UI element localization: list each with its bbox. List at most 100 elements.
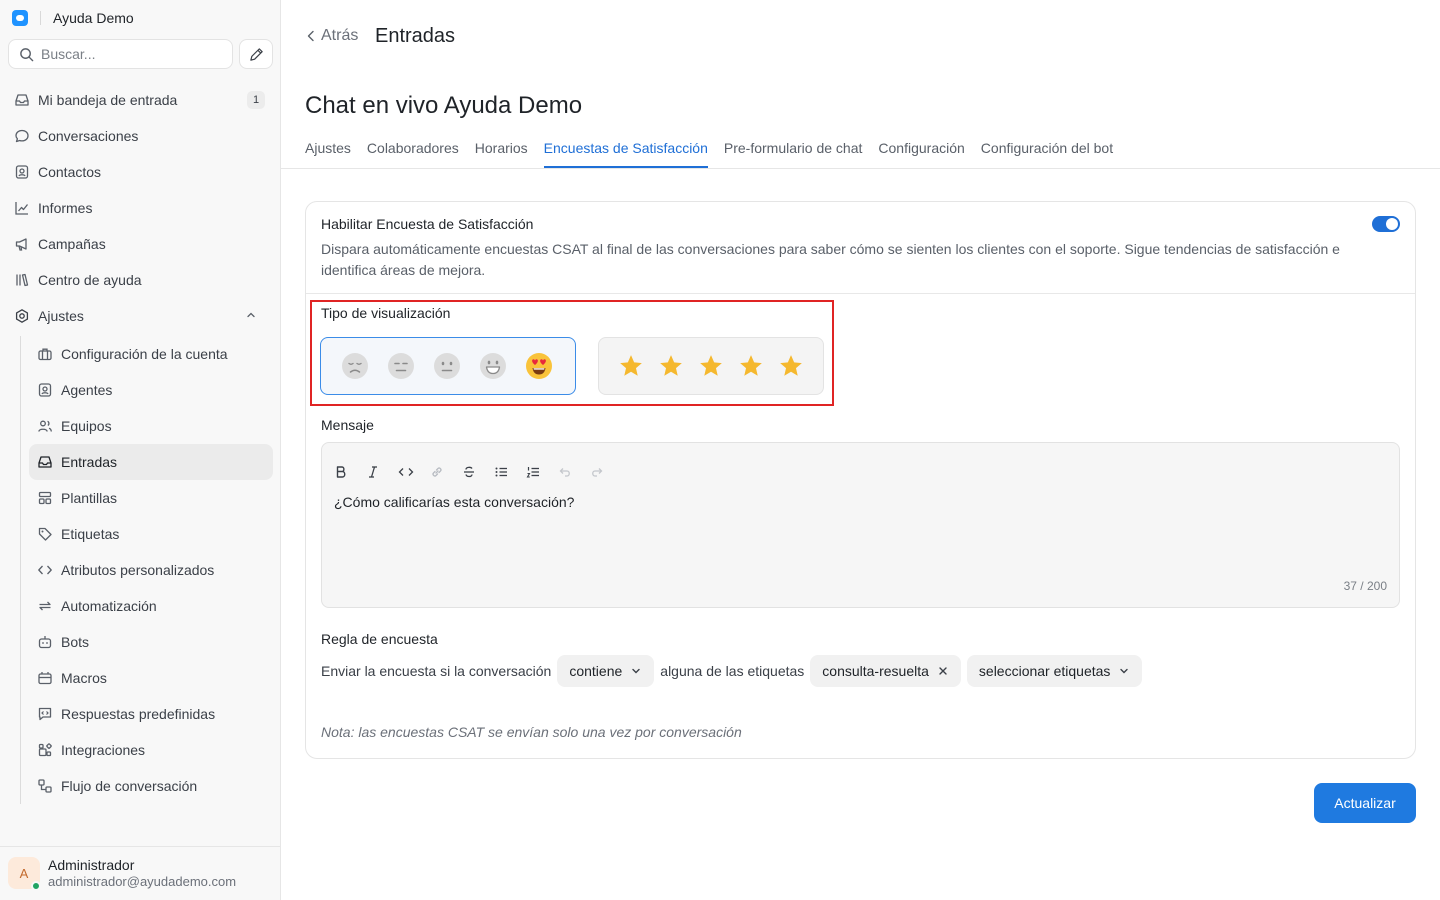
primary-nav: Mi bandeja de entrada 1 Conversaciones C… (8, 82, 273, 334)
sidebar-item-label: Contactos (38, 164, 102, 180)
rule-middle-text: alguna de las etiquetas (660, 663, 805, 679)
library-icon (16, 273, 29, 287)
sidebar-item-centro-ayuda[interactable]: Centro de ayuda (8, 262, 273, 298)
tab-horarios[interactable]: Horarios (475, 140, 528, 168)
search-box[interactable] (8, 39, 233, 69)
undo-button[interactable] (556, 463, 588, 481)
search-input[interactable] (41, 46, 221, 62)
bold-button[interactable] (332, 463, 364, 481)
close-icon[interactable] (937, 665, 949, 677)
star-icon (620, 355, 642, 376)
sidebar-item-informes[interactable]: Informes (8, 190, 273, 226)
heart-eyes-face-icon (526, 353, 552, 379)
compose-button[interactable] (239, 39, 273, 69)
unread-count-badge: 1 (247, 91, 265, 109)
select-labels-dropdown[interactable]: seleccionar etiquetas (966, 655, 1143, 687)
italic-icon (369, 466, 377, 478)
canned-reply-icon (38, 707, 52, 721)
numbered-list-button[interactable] (524, 463, 556, 481)
back-button[interactable]: Atrás (305, 27, 358, 45)
tab-pre-formulario[interactable]: Pre-formulario de chat (724, 140, 863, 168)
sidebar-item-configuracion-cuenta[interactable]: Configuración de la cuenta (29, 336, 273, 372)
message-text[interactable]: ¿Cómo calificarías esta conversación? (334, 494, 574, 510)
csat-enable-description: Dispara automáticamente encuestas CSAT a… (321, 241, 1340, 278)
sidebar-item-label: Informes (38, 200, 93, 216)
strikethrough-button[interactable] (460, 463, 492, 481)
tabs-divider (281, 168, 1440, 169)
subnav-item-label: Configuración de la cuenta (61, 346, 228, 362)
link-button[interactable] (428, 463, 460, 481)
sidebar-item-conversaciones[interactable]: Conversaciones (8, 118, 273, 154)
sidebar-item-entradas[interactable]: Entradas (29, 444, 273, 480)
template-icon (38, 491, 52, 505)
sidebar-item-contactos[interactable]: Contactos (8, 154, 273, 190)
sidebar-item-bots[interactable]: Bots (29, 624, 273, 660)
tab-ajustes[interactable]: Ajustes (305, 140, 351, 168)
star-icon (740, 355, 762, 376)
brand-logo-icon (12, 10, 28, 26)
sidebar-item-etiquetas[interactable]: Etiquetas (29, 516, 273, 552)
sidebar-item-label: Ajustes (38, 308, 84, 324)
briefcase-icon (38, 348, 52, 361)
sidebar-item-label: Campañas (38, 236, 106, 252)
sidebar-item-agentes[interactable]: Agentes (29, 372, 273, 408)
update-button[interactable]: Actualizar (1314, 783, 1416, 823)
select-labels-text: seleccionar etiquetas (978, 663, 1111, 679)
chart-line-icon (15, 202, 29, 215)
sidebar-item-ajustes[interactable]: Ajustes (8, 298, 273, 334)
user-email: administrador@ayudademo.com (48, 874, 237, 889)
csat-enable-toggle[interactable] (1372, 216, 1400, 232)
sidebar-item-atributos[interactable]: Atributos personalizados (29, 552, 273, 588)
tab-configuracion-bot[interactable]: Configuración del bot (981, 140, 1113, 168)
star-icon (660, 355, 682, 376)
code-icon (38, 565, 52, 575)
sidebar-item-mi-bandeja[interactable]: Mi bandeja de entrada 1 (8, 82, 273, 118)
subnav-item-label: Equipos (61, 418, 112, 434)
redo-button[interactable] (588, 463, 620, 481)
brand-name: Ayuda Demo (53, 10, 134, 26)
undo-icon (559, 468, 570, 477)
search-icon (20, 47, 34, 61)
user-name: Administrador (48, 857, 135, 873)
contact-card-icon (15, 165, 29, 179)
flow-icon (38, 779, 52, 793)
editor-toolbar (332, 463, 620, 481)
sidebar-item-integraciones[interactable]: Integraciones (29, 732, 273, 768)
code-button[interactable] (396, 463, 428, 481)
subnav-item-label: Respuestas predefinidas (61, 706, 216, 722)
subnav-item-label: Bots (61, 634, 90, 650)
message-editor[interactable]: ¿Cómo calificarías esta conversación? 37… (321, 442, 1400, 608)
chevron-up-icon[interactable] (245, 309, 257, 321)
sidebar-item-campanas[interactable]: Campañas (8, 226, 273, 262)
sidebar-item-macros[interactable]: Macros (29, 660, 273, 696)
settings-gear-icon (15, 309, 29, 323)
sidebar-item-respuestas[interactable]: Respuestas predefinidas (29, 696, 273, 732)
selected-label-chip[interactable]: consulta-resuelta (810, 655, 961, 687)
display-option-stars[interactable] (598, 337, 824, 395)
tab-encuestas[interactable]: Encuestas de Satisfacción (543, 140, 709, 168)
redo-icon (592, 468, 603, 477)
sidebar-item-equipos[interactable]: Equipos (29, 408, 273, 444)
selected-label-text: consulta-resuelta (822, 663, 929, 679)
users-icon (38, 420, 52, 432)
tab-colaboradores[interactable]: Colaboradores (367, 140, 459, 168)
settings-subnav: Configuración de la cuenta Agentes Equip… (20, 336, 273, 804)
bullet-list-button[interactable] (492, 463, 524, 481)
chevron-down-icon (632, 668, 640, 674)
chat-bubble-icon (15, 129, 29, 143)
sidebar-item-automatizacion[interactable]: Automatización (29, 588, 273, 624)
sidebar-item-label: Centro de ayuda (38, 272, 142, 288)
user-profile[interactable]: A Administrador administrador@ayudademo.… (0, 846, 280, 900)
rule-operator-select[interactable]: contiene (557, 655, 655, 687)
arrows-repeat-icon (39, 601, 51, 611)
display-option-emoji[interactable] (320, 337, 576, 395)
chevron-down-icon (1120, 668, 1129, 674)
tab-configuracion[interactable]: Configuración (878, 140, 964, 168)
sidebar-item-flujo[interactable]: Flujo de conversación (29, 768, 273, 804)
sidebar-item-plantillas[interactable]: Plantillas (29, 480, 273, 516)
agent-card-icon (38, 383, 52, 397)
disappointed-face-icon (342, 353, 368, 379)
italic-button[interactable] (364, 463, 396, 481)
expressionless-face-icon (388, 353, 414, 379)
inbox-name-heading: Chat en vivo Ayuda Demo (305, 92, 583, 119)
